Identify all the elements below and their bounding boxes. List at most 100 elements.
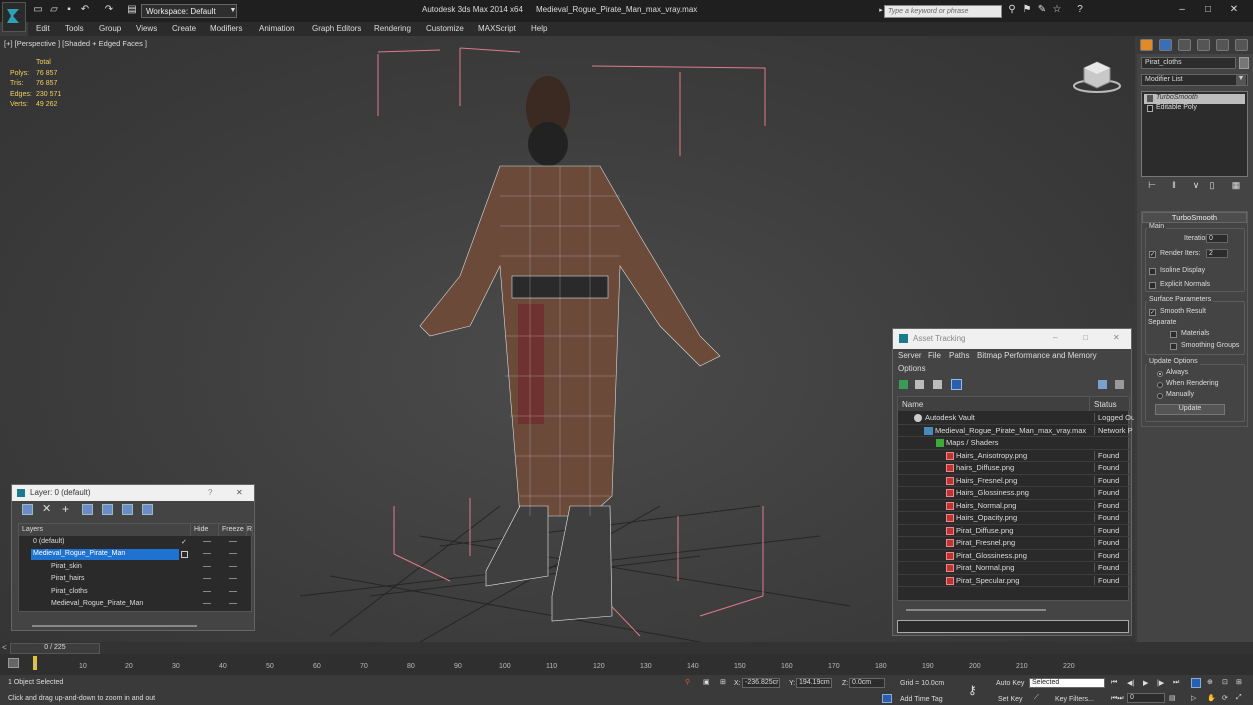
viewport-label-menu[interactable]: [+] [Perspective ] [Shaded + Edged Faces… (4, 39, 147, 48)
hide-toggle[interactable] (203, 553, 211, 554)
zoom-extents-icon[interactable]: ⊡ (1222, 678, 1228, 686)
freeze-toggle[interactable] (229, 541, 237, 542)
asset-row[interactable]: Hairs_Normal.png Found (898, 500, 1130, 512)
menu-views[interactable]: Views (136, 24, 157, 33)
maximize-button[interactable]: □ (1196, 3, 1220, 17)
close-button[interactable]: ✕ (1222, 3, 1246, 17)
field-of-view-icon[interactable]: ▷ (1191, 694, 1196, 702)
utilities-tab-icon[interactable] (1235, 39, 1248, 51)
render-iters-spinner[interactable]: 2 (1206, 249, 1228, 258)
track-bar[interactable]: 0 10 20 30 40 50 60 70 80 90 100 110 120… (0, 654, 1253, 675)
redo-icon[interactable]: ↷ (104, 5, 114, 15)
maximize-viewport-icon[interactable]: ⤢ (1236, 694, 1242, 702)
goto-end-icon[interactable]: ⏭ (1173, 679, 1179, 687)
project-folder-icon[interactable]: ▤ (127, 5, 137, 15)
menu-paths[interactable]: Paths (949, 351, 969, 360)
undo-icon[interactable]: ↶ (80, 5, 90, 15)
set-key-button[interactable]: Set Key (998, 696, 1023, 703)
x-coord-field[interactable]: -236.825cr (742, 678, 780, 688)
set-current-layer-icon[interactable] (181, 551, 188, 558)
key-mode-toggle-icon[interactable]: ⏮⏭ (1111, 695, 1124, 703)
asset-row[interactable]: Hairs_Opacity.png Found (898, 512, 1130, 525)
col-header-hide[interactable]: Hide (191, 524, 219, 536)
zoom-all-icon[interactable]: ⊕ (1207, 678, 1213, 686)
remove-modifier-icon[interactable]: ▯ (1205, 180, 1219, 192)
menu-edit[interactable]: Edit (36, 24, 50, 33)
highlight-layer-icon[interactable] (102, 504, 113, 515)
layer-row[interactable]: Medieval_Rogue_Pirate_Man (19, 599, 252, 611)
set-key-icon[interactable]: ⟋ (1034, 694, 1039, 702)
lightbulb-icon[interactable] (1147, 95, 1153, 102)
menu-options[interactable]: Options (898, 364, 926, 373)
freeze-all-icon[interactable] (142, 504, 153, 515)
menu-create[interactable]: Create (172, 24, 196, 33)
materials-checkbox[interactable] (1170, 331, 1177, 338)
when-rendering-radio[interactable] (1157, 382, 1163, 388)
asset-path-field[interactable] (897, 620, 1129, 633)
layer-row[interactable]: Pirat_cloths (19, 587, 252, 599)
col-header-status[interactable]: Status (1090, 397, 1130, 411)
menu-rendering[interactable]: Rendering (374, 24, 411, 33)
object-color-swatch[interactable] (1239, 57, 1249, 69)
hide-toggle[interactable] (203, 566, 211, 567)
auto-key-button[interactable]: Auto Key (996, 680, 1024, 687)
menu-tools[interactable]: Tools (65, 24, 84, 33)
close-icon[interactable]: ✕ (236, 488, 243, 497)
asset-row[interactable]: Maps / Shaders (898, 437, 1130, 450)
freeze-toggle[interactable] (229, 591, 237, 592)
key-icon[interactable]: ⚷ (968, 683, 977, 697)
object-name-field[interactable]: Pirat_cloths (1141, 57, 1236, 69)
time-config-icon[interactable]: ▤ (1169, 694, 1176, 702)
zoom-icon[interactable] (1191, 678, 1201, 688)
menu-modifiers[interactable]: Modifiers (210, 24, 242, 33)
freeze-toggle[interactable] (229, 603, 237, 604)
chevron-down-icon[interactable]: ▼ (228, 6, 238, 16)
explicit-normals-checkbox[interactable] (1149, 282, 1156, 289)
expand-icon[interactable] (1147, 105, 1153, 112)
play-icon[interactable]: ▶ (1143, 679, 1148, 687)
help-icon[interactable] (1098, 380, 1107, 389)
open-file-icon[interactable]: ▱ (49, 5, 59, 15)
rollout-title[interactable]: TurboSmooth (1142, 212, 1247, 223)
table-view-icon[interactable] (933, 380, 942, 389)
add-time-tag-button[interactable]: Add Time Tag (900, 696, 943, 703)
asset-tracking-titlebar[interactable]: Asset Tracking – □ ✕ (893, 329, 1131, 349)
asset-row[interactable]: hairs_Diffuse.png Found (898, 462, 1130, 475)
y-coord-field[interactable]: 194.19cm (796, 678, 832, 688)
menu-file[interactable]: File (928, 351, 941, 360)
asset-row[interactable]: Pirat_Fresnel.png Found (898, 537, 1130, 550)
asset-row[interactable]: Hairs_Fresnel.png Found (898, 475, 1130, 487)
layer-row[interactable]: Medieval_Rogue_Pirate_Man (19, 549, 252, 561)
asset-row[interactable]: Pirat_Specular.png Found (898, 575, 1130, 587)
key-mode-dropdown[interactable]: Selected (1029, 678, 1105, 688)
help-icon[interactable]: ? (208, 488, 212, 497)
horizontal-scrollbar[interactable] (32, 625, 197, 627)
search-input[interactable]: Type a keyword or phrase (884, 5, 1002, 18)
menu-animation[interactable]: Animation (259, 24, 295, 33)
menu-maxscript[interactable]: MAXScript (478, 24, 516, 33)
hide-toggle[interactable] (203, 603, 211, 604)
stack-item-turbosmooth[interactable]: TurboSmooth (1144, 94, 1245, 104)
orbit-icon[interactable]: ⟳ (1222, 694, 1228, 702)
new-file-icon[interactable]: ▭ (33, 5, 43, 15)
help-icon[interactable]: ? (1075, 5, 1085, 15)
menu-bitmap-performance[interactable]: Bitmap Performance and Memory (977, 351, 1097, 360)
refresh-icon[interactable] (899, 380, 908, 389)
viewcube-icon[interactable] (1072, 60, 1122, 94)
manually-radio[interactable] (1157, 393, 1163, 399)
menu-help[interactable]: Help (531, 24, 547, 33)
subscription-icon[interactable]: ⚑ (1022, 5, 1032, 15)
hierarchy-tab-icon[interactable] (1178, 39, 1191, 51)
col-header-freeze[interactable]: Freeze (219, 524, 247, 536)
freeze-toggle[interactable] (229, 553, 237, 554)
list-view-icon[interactable] (915, 380, 924, 389)
layer-row[interactable]: 0 (default) ✓ (19, 537, 252, 549)
time-slider[interactable]: 0 / 225 (10, 643, 100, 654)
pin-stack-icon[interactable]: ⊢ (1145, 180, 1159, 192)
asset-row[interactable]: Hairs_Anisotropy.png Found (898, 450, 1130, 462)
render-iters-checkbox[interactable]: ✓ (1149, 251, 1156, 258)
modify-tab-icon[interactable] (1159, 39, 1172, 51)
display-tab-icon[interactable] (1216, 39, 1229, 51)
hide-toggle[interactable] (203, 541, 211, 542)
close-icon[interactable]: ✕ (1113, 333, 1120, 342)
